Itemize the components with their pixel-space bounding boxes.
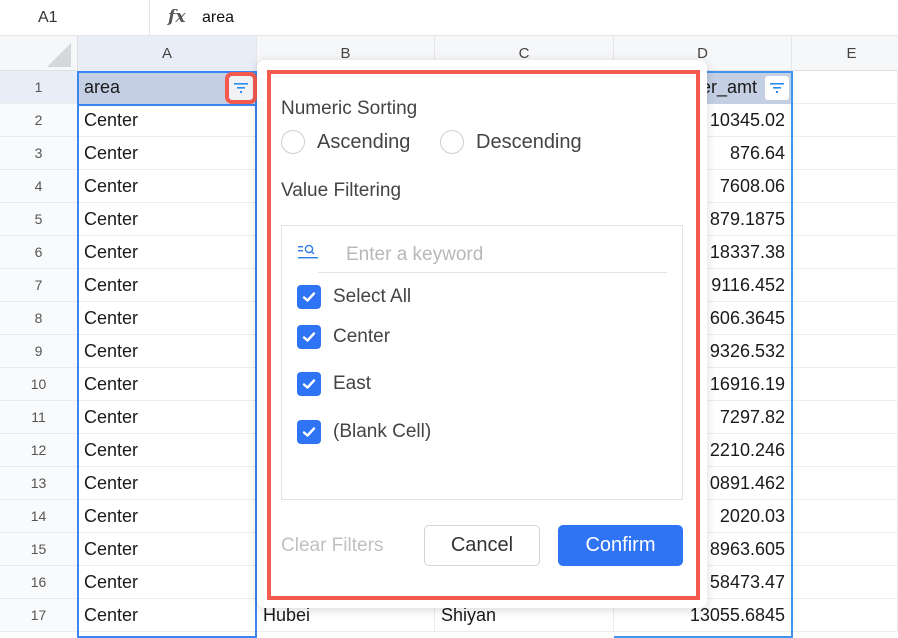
column-header-a[interactable]: A [78, 36, 257, 71]
filter-button-column-d[interactable] [765, 76, 789, 100]
filter-button-column-a[interactable] [225, 72, 257, 104]
row-header[interactable]: 3 [0, 137, 78, 170]
formula-bar: A1 fx area [0, 0, 898, 36]
row-header[interactable]: 5 [0, 203, 78, 236]
cell-E2[interactable] [792, 104, 898, 137]
search-list-icon [298, 244, 318, 259]
cell-A5[interactable]: Center [78, 203, 257, 236]
row-header[interactable]: 17 [0, 599, 78, 632]
cell-E14[interactable] [792, 500, 898, 533]
cell-E7[interactable] [792, 269, 898, 302]
numeric-sorting-title: Numeric Sorting [281, 98, 418, 119]
checkbox-checked-icon[interactable] [297, 325, 321, 349]
descending-label: Descending [476, 130, 582, 153]
row-header[interactable]: 15 [0, 533, 78, 566]
cell-A11[interactable]: Center [78, 401, 257, 434]
ascending-label: Ascending [317, 130, 411, 153]
filter-option-label: Center [333, 326, 391, 347]
row-header[interactable]: 11 [0, 401, 78, 434]
cell-A4[interactable]: Center [78, 170, 257, 203]
cell-A10[interactable]: Center [78, 368, 257, 401]
cancel-button[interactable]: Cancel [424, 525, 540, 566]
cell-A15[interactable]: Center [78, 533, 257, 566]
row-header[interactable]: 4 [0, 170, 78, 203]
cell-A7[interactable]: Center [78, 269, 257, 302]
row-header[interactable]: 14 [0, 500, 78, 533]
cell-A14[interactable]: Center [78, 500, 257, 533]
row-header[interactable]: 16 [0, 566, 78, 599]
clear-filters-button[interactable]: Clear Filters [281, 535, 383, 557]
cell-E15[interactable] [792, 533, 898, 566]
cell-E1[interactable] [792, 71, 898, 104]
filter-option-label: Select All [333, 286, 412, 307]
row-header[interactable]: 13 [0, 467, 78, 500]
sort-descending-radio[interactable]: Descending [440, 130, 582, 154]
cell-A12[interactable]: Center [78, 434, 257, 467]
cell-E10[interactable] [792, 368, 898, 401]
cell-A17[interactable]: Center [78, 599, 257, 632]
radio-circle-icon [281, 130, 305, 154]
filter-option-label: East [333, 373, 372, 394]
cell-E9[interactable] [792, 335, 898, 368]
cell-A13[interactable]: Center [78, 467, 257, 500]
cell-E12[interactable] [792, 434, 898, 467]
confirm-button[interactable]: Confirm [558, 525, 683, 566]
filter-option[interactable]: Center [297, 325, 390, 349]
cell-E5[interactable] [792, 203, 898, 236]
fx-icon: fx [168, 7, 186, 27]
row-header[interactable]: 1 [0, 71, 78, 104]
cell-A2[interactable]: Center [78, 104, 257, 137]
cell-A6[interactable]: Center [78, 236, 257, 269]
filter-icon [234, 83, 248, 93]
cell-E8[interactable] [792, 302, 898, 335]
filter-icon [770, 83, 784, 93]
formula-input[interactable]: area [202, 0, 234, 36]
cell-A16[interactable]: Center [78, 566, 257, 599]
row-header[interactable]: 8 [0, 302, 78, 335]
cell-E6[interactable] [792, 236, 898, 269]
row-header[interactable]: 2 [0, 104, 78, 137]
cell-A3[interactable]: Center [78, 137, 257, 170]
keyword-search-input[interactable] [318, 237, 667, 273]
cell-E13[interactable] [792, 467, 898, 500]
row-header[interactable]: 9 [0, 335, 78, 368]
filter-option[interactable]: (Blank Cell) [297, 420, 431, 444]
filter-option-label: (Blank Cell) [333, 421, 432, 442]
cell-E17[interactable] [792, 599, 898, 632]
sort-ascending-radio[interactable]: Ascending [281, 130, 410, 154]
row-header[interactable]: 6 [0, 236, 78, 269]
checkbox-checked-icon[interactable] [297, 372, 321, 396]
cell-E11[interactable] [792, 401, 898, 434]
corner-triangle-icon [47, 43, 71, 67]
filter-option[interactable]: Select All [297, 285, 411, 309]
column-header-e[interactable]: E [792, 36, 898, 71]
row-header[interactable]: 7 [0, 269, 78, 302]
row-header[interactable]: 12 [0, 434, 78, 467]
checkbox-checked-icon[interactable] [297, 420, 321, 444]
cell-E4[interactable] [792, 170, 898, 203]
filter-option[interactable]: East [297, 372, 371, 396]
select-all-corner[interactable] [0, 36, 78, 71]
name-box[interactable]: A1 [0, 0, 150, 36]
cell-A8[interactable]: Center [78, 302, 257, 335]
row-header[interactable]: 10 [0, 368, 78, 401]
checkbox-checked-icon[interactable] [297, 285, 321, 309]
value-filtering-title: Value Filtering [281, 180, 402, 201]
cell-E3[interactable] [792, 137, 898, 170]
cell-A9[interactable]: Center [78, 335, 257, 368]
cell-E16[interactable] [792, 566, 898, 599]
radio-circle-icon [440, 130, 464, 154]
